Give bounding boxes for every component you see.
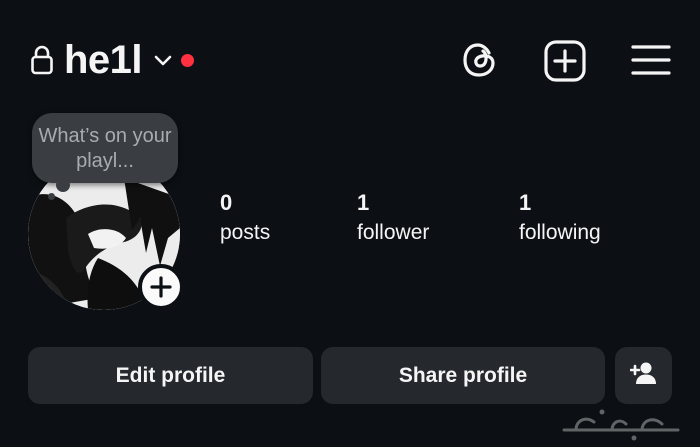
note-bubble-tail <box>56 178 70 192</box>
stat-followers-count: 1 <box>357 190 370 215</box>
hamburger-menu-icon[interactable] <box>630 40 672 80</box>
notification-dot <box>181 54 194 67</box>
stat-followers-label: follower <box>357 221 430 244</box>
stat-posts-count: 0 <box>220 190 233 215</box>
note-text[interactable]: What’s on your playl... <box>32 124 178 174</box>
add-person-icon <box>629 360 658 392</box>
haraj-logo-watermark <box>556 402 686 442</box>
edit-profile-button[interactable]: Edit profile <box>28 347 313 404</box>
discover-people-button[interactable] <box>615 347 672 404</box>
stat-followers[interactable]: 1 follower <box>357 190 429 248</box>
stat-following-label: following <box>519 221 601 244</box>
profile-header: he1l <box>0 0 700 120</box>
stat-posts-label: posts <box>220 221 271 244</box>
lock-icon <box>30 44 54 76</box>
chevron-down-icon[interactable] <box>152 50 174 72</box>
stat-posts[interactable]: 0 posts <box>220 190 270 248</box>
add-post-icon[interactable] <box>542 38 588 84</box>
stat-following[interactable]: 1 following <box>519 190 601 248</box>
username[interactable]: he1l <box>64 36 143 84</box>
note-bubble-tail-small <box>48 193 55 200</box>
share-profile-button[interactable]: Share profile <box>321 347 605 404</box>
add-story-button[interactable] <box>138 264 184 310</box>
stat-following-count: 1 <box>519 190 532 215</box>
threads-icon[interactable] <box>458 38 502 82</box>
